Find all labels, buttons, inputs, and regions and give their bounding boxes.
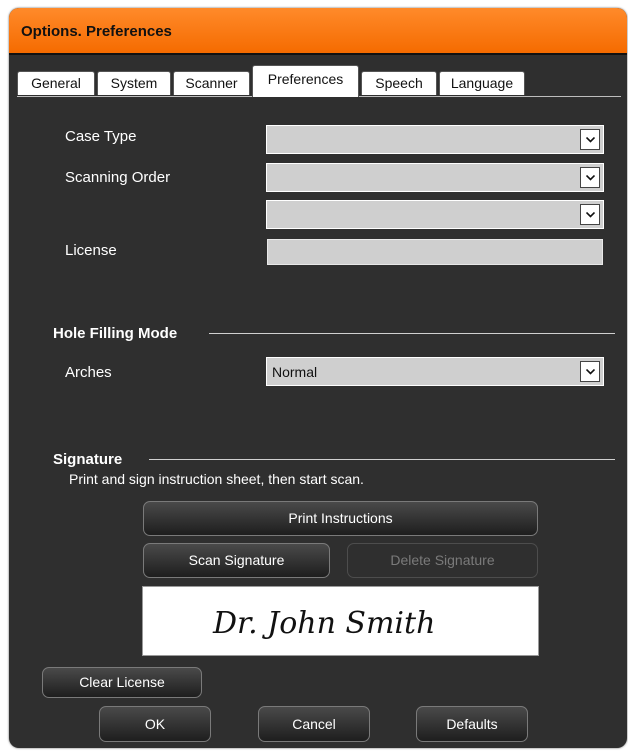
clear-license-button[interactable]: Clear License [42, 667, 202, 698]
scanning-order-label: Scanning Order [65, 169, 171, 186]
license-label: License [65, 242, 117, 259]
arches-label: Arches [65, 364, 112, 381]
chevron-down-icon [586, 137, 595, 143]
signature-image: Dr. John Smith [212, 606, 435, 641]
arches-dropdown[interactable]: Normal [266, 357, 604, 386]
signature-preview: Dr. John Smith [142, 586, 539, 656]
signature-instructions: Print and sign instruction sheet, then s… [69, 471, 364, 487]
arches-dropdown-button[interactable] [580, 361, 600, 382]
signature-text: Dr. John Smith [212, 606, 435, 641]
defaults-button[interactable]: Defaults [416, 706, 528, 742]
chevron-down-icon [586, 212, 595, 218]
preferences-panel: Case Type Scanning Order License Hole Fi… [17, 96, 621, 698]
scanning-order-dropdown-button[interactable] [580, 167, 600, 188]
license-field[interactable] [267, 239, 603, 265]
signature-section-title: Signature [53, 451, 123, 468]
case-type-dropdown-button[interactable] [580, 129, 600, 150]
scanning-order-secondary-dropdown-button[interactable] [580, 204, 600, 225]
tab-scanner[interactable]: Scanner [173, 71, 250, 95]
chevron-down-icon [586, 369, 595, 375]
tab-preferences[interactable]: Preferences [252, 65, 359, 97]
signature-divider [149, 459, 615, 460]
hole-filling-divider [209, 333, 615, 334]
ok-button[interactable]: OK [99, 706, 211, 742]
scan-signature-button[interactable]: Scan Signature [143, 543, 330, 578]
tab-speech[interactable]: Speech [361, 71, 437, 95]
tab-general[interactable]: General [17, 71, 95, 95]
scanning-order-secondary-dropdown[interactable] [266, 200, 604, 229]
cancel-button[interactable]: Cancel [258, 706, 370, 742]
print-instructions-button[interactable]: Print Instructions [143, 501, 538, 536]
title-bar[interactable]: Options. Preferences [9, 8, 627, 55]
tab-language[interactable]: Language [439, 71, 525, 95]
chevron-down-icon [586, 175, 595, 181]
arches-value: Normal [272, 364, 318, 380]
case-type-label: Case Type [65, 128, 137, 145]
tab-system[interactable]: System [97, 71, 171, 95]
window-title: Options. Preferences [21, 23, 172, 40]
preferences-dialog: Options. Preferences General System Scan… [9, 8, 627, 748]
scanning-order-dropdown[interactable] [266, 163, 604, 192]
hole-filling-section-title: Hole Filling Mode [53, 325, 178, 342]
case-type-dropdown[interactable] [266, 125, 604, 154]
delete-signature-button[interactable]: Delete Signature [347, 543, 538, 578]
